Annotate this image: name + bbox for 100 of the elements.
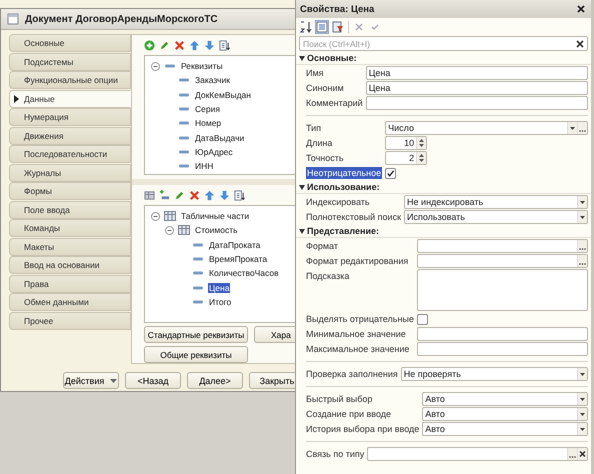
tree-item[interactable]: ДатаПроката <box>208 240 262 250</box>
dropdown-icon[interactable] <box>577 393 587 405</box>
categories-icon[interactable] <box>316 21 328 33</box>
footer-button[interactable]: <Назад <box>125 372 181 389</box>
nav-tab[interactable]: Права <box>9 274 131 292</box>
tree-item[interactable]: Реквизиты <box>180 61 224 72</box>
pencil-icon[interactable] <box>159 40 170 50</box>
close-icon[interactable] <box>577 5 585 13</box>
dropdown-icon[interactable] <box>567 122 577 134</box>
dropdown-icon[interactable] <box>577 196 587 208</box>
table-icon <box>178 225 190 236</box>
collapse-icon[interactable] <box>165 226 174 235</box>
property-label: Тип <box>306 123 322 133</box>
delete-icon[interactable] <box>189 190 200 200</box>
tree-item[interactable]: ИНН <box>194 161 214 172</box>
nav-tab[interactable]: Ввод на основании <box>9 256 131 274</box>
nav-tab[interactable]: Журналы <box>9 164 131 182</box>
nav-tab[interactable]: Формы <box>9 182 131 200</box>
tree-item[interactable]: Стоимость <box>194 225 239 236</box>
dropdown-field[interactable]: Авто <box>422 392 588 406</box>
footer-button[interactable]: Закрыть <box>249 372 295 389</box>
nav-tab[interactable]: Прочее <box>9 312 131 330</box>
filter-icon[interactable] <box>332 21 344 33</box>
choice-field[interactable] <box>367 447 588 461</box>
plus-icon[interactable] <box>144 40 155 50</box>
spinner-icon[interactable] <box>416 137 426 149</box>
text-field[interactable] <box>416 342 588 356</box>
table-icon <box>164 211 176 222</box>
dropdown-icon[interactable] <box>577 408 587 420</box>
nav-tab[interactable]: Нумерация <box>9 108 131 126</box>
tree-item[interactable]: КоличествоЧасов <box>208 268 280 278</box>
up-arrow-icon[interactable] <box>204 190 215 200</box>
dropdown-icon[interactable] <box>577 423 587 435</box>
ellipsis-icon[interactable] <box>577 122 587 134</box>
nav-tab[interactable]: Подсистемы <box>9 52 131 70</box>
ellipsis-icon[interactable] <box>577 240 587 252</box>
tree-item[interactable]: Номер <box>194 118 222 128</box>
collapse-arrow-icon[interactable] <box>299 56 305 60</box>
tree-item[interactable]: Цена <box>208 282 230 293</box>
clear-icon[interactable] <box>576 40 584 48</box>
pane-button[interactable]: Хара <box>254 326 295 343</box>
down-arrow-icon[interactable] <box>204 40 215 50</box>
collapse-arrow-icon[interactable] <box>299 228 305 234</box>
delete-icon[interactable] <box>174 40 185 50</box>
dropdown-field[interactable]: Авто <box>422 422 588 436</box>
nav-tab[interactable]: Данные <box>9 90 131 108</box>
pane-button[interactable]: Стандартные реквизиты <box>144 326 248 343</box>
tree-item[interactable]: Заказчик <box>194 75 231 86</box>
nav-tab[interactable]: Движения <box>9 126 131 144</box>
up-arrow-icon[interactable] <box>189 40 200 50</box>
text-field[interactable] <box>416 327 588 341</box>
ellipsis-icon[interactable] <box>577 255 587 267</box>
dropdown-field[interactable]: Авто <box>422 407 588 421</box>
nav-tab[interactable]: Функциональные опции <box>9 71 131 89</box>
tree-item[interactable]: Итого <box>208 296 232 307</box>
tree-item[interactable]: Серия <box>194 104 221 114</box>
nav-tab[interactable]: Основные <box>9 34 131 52</box>
choice-field[interactable]: Число <box>385 121 588 135</box>
collapse-arrow-icon[interactable] <box>299 184 305 190</box>
tree-item[interactable]: ВремяПроката <box>208 254 268 264</box>
checkbox[interactable] <box>416 314 428 324</box>
number-field[interactable]: 2 <box>385 151 428 165</box>
tree-item[interactable]: ЮрАдрес <box>194 146 234 157</box>
pane-button[interactable]: Общие реквизиты <box>144 346 248 363</box>
checkbox[interactable] <box>385 168 396 178</box>
sort-alphabet-icon[interactable] <box>300 21 312 33</box>
pencil-icon[interactable] <box>174 190 185 200</box>
actions-menu-button[interactable]: Действия <box>63 372 119 389</box>
dropdown-icon[interactable] <box>577 211 587 223</box>
collapse-icon[interactable] <box>151 212 160 221</box>
text-field[interactable] <box>366 96 588 110</box>
list-icon[interactable] <box>234 190 245 200</box>
text-field[interactable]: Цена <box>366 66 588 80</box>
nav-tab[interactable]: Поле ввода <box>9 200 131 218</box>
search-input[interactable]: Поиск (Ctrl+Alt+I) <box>300 38 576 48</box>
nav-tab[interactable]: Команды <box>9 219 131 237</box>
property-label: Выделять отрицательные <box>306 314 414 324</box>
tree-item[interactable]: Табличные части <box>180 211 250 222</box>
dropdown-icon[interactable] <box>577 368 587 380</box>
list-icon[interactable] <box>219 40 230 50</box>
nav-tab[interactable]: Макеты <box>9 238 131 256</box>
table-icon[interactable] <box>144 190 155 200</box>
down-arrow-icon[interactable] <box>219 190 230 200</box>
footer-button[interactable]: Далее> <box>187 372 243 389</box>
tree-item[interactable]: ДокКемВыдан <box>194 90 252 100</box>
dropdown-field[interactable]: Не проверять <box>400 367 588 381</box>
choice-field[interactable] <box>416 239 588 253</box>
tree-item[interactable]: ДатаВыдачи <box>194 132 246 143</box>
ellipsis-icon[interactable] <box>567 448 577 460</box>
nav-tab[interactable]: Последовательности <box>9 145 131 163</box>
collapse-icon[interactable] <box>151 62 160 71</box>
nav-tab[interactable]: Обмен данными <box>9 293 131 311</box>
number-field[interactable]: 10 <box>385 136 428 150</box>
text-field[interactable]: Цена <box>366 81 588 95</box>
dropdown-field[interactable]: Не индексировать <box>404 195 588 209</box>
spinner-icon[interactable] <box>416 152 426 164</box>
search-field[interactable]: Поиск (Ctrl+Alt+I) <box>299 36 588 51</box>
choice-field[interactable] <box>416 254 588 268</box>
add-row-icon[interactable] <box>159 190 170 200</box>
dropdown-field[interactable]: Использовать <box>404 210 588 224</box>
